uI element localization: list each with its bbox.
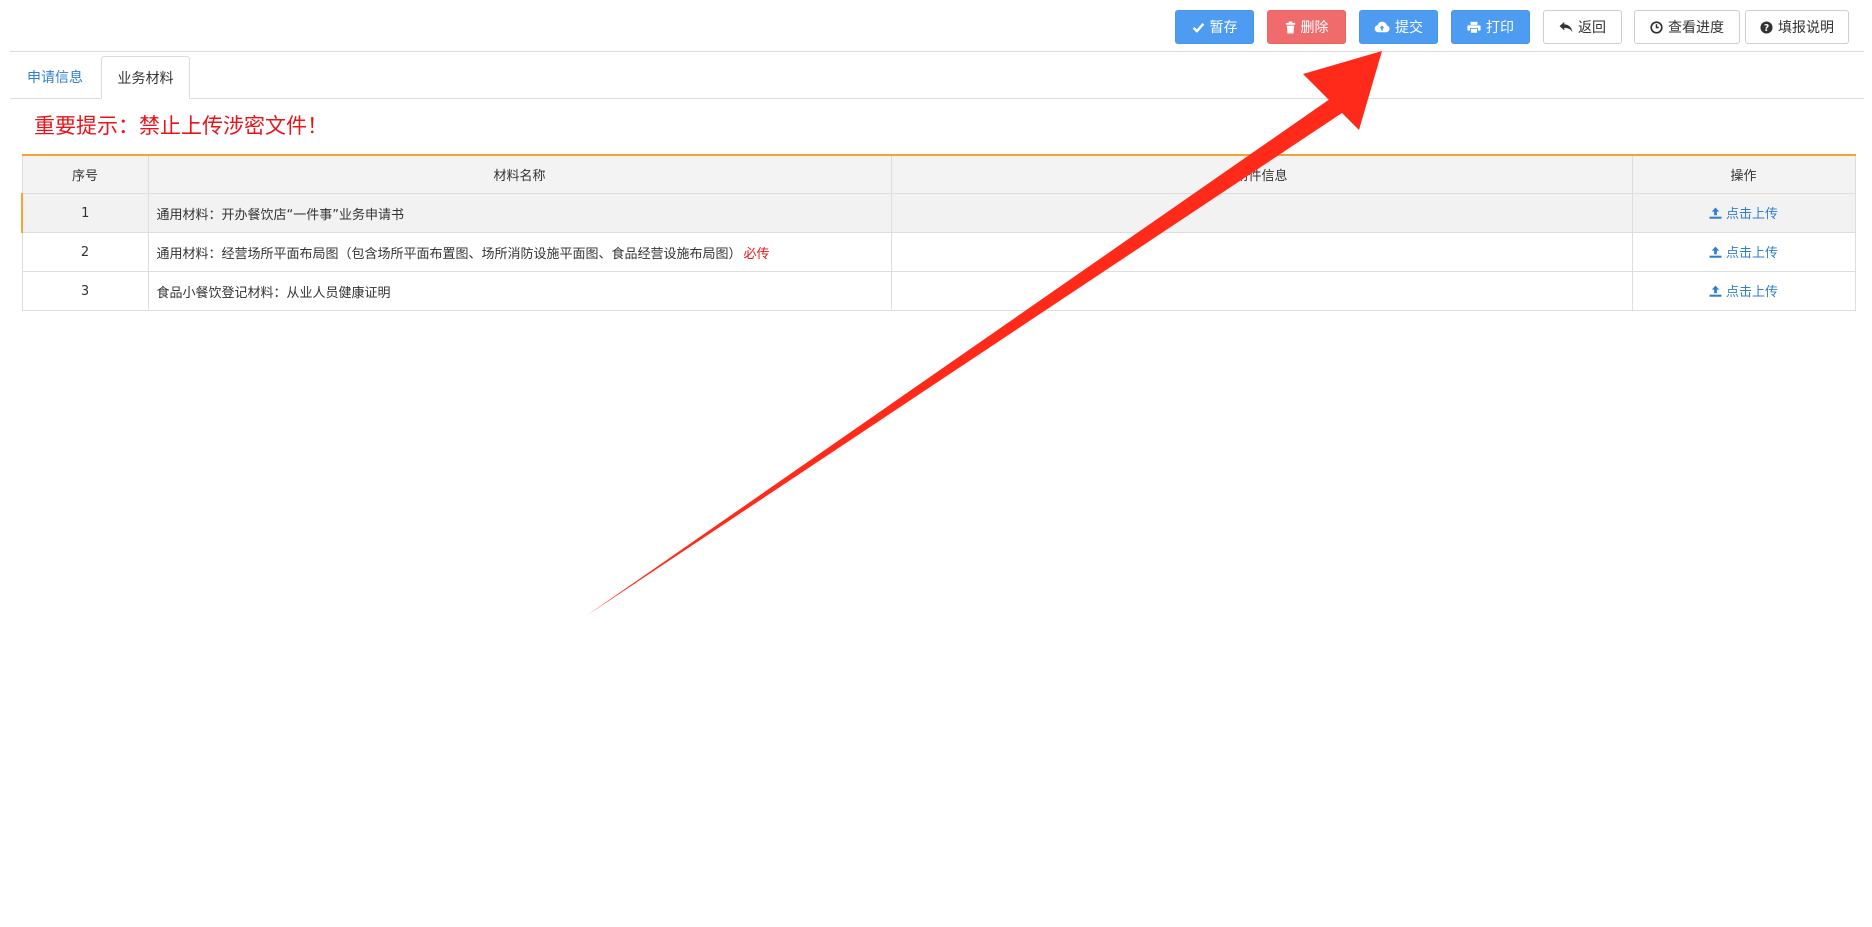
print-label: 打印 bbox=[1486, 20, 1514, 36]
upload-icon bbox=[1709, 285, 1722, 297]
delete-button[interactable]: 删除 bbox=[1267, 10, 1346, 44]
print-button[interactable]: 打印 bbox=[1451, 10, 1530, 44]
fill-guide-label: 填报说明 bbox=[1778, 20, 1834, 36]
upload-link[interactable]: 点击上传 bbox=[1709, 281, 1778, 300]
tab-business-materials[interactable]: 业务材料 bbox=[101, 56, 190, 99]
clock-icon bbox=[1650, 20, 1663, 34]
row-index: 1 bbox=[21, 193, 149, 233]
row-attachment-info bbox=[890, 271, 1633, 311]
submit-button[interactable]: 提交 bbox=[1359, 10, 1438, 44]
tab-bar: 申请信息 业务材料 bbox=[10, 56, 1864, 99]
row-action-cell: 点击上传 bbox=[1631, 193, 1856, 233]
upload-link-label: 点击上传 bbox=[1725, 246, 1778, 262]
printer-icon bbox=[1467, 21, 1481, 34]
row-material-name: 食品小餐饮登记材料：从业人员健康证明 bbox=[147, 271, 892, 311]
materials-table: 序号 材料名称 附件信息 操作 1 通用材料：开办餐饮店“一件事”业务申请书 点… bbox=[21, 154, 1856, 311]
table-header-row: 序号 材料名称 附件信息 操作 bbox=[21, 154, 1856, 194]
table-row: 1 通用材料：开办餐饮店“一件事”业务申请书 点击上传 bbox=[21, 193, 1856, 233]
back-label: 返回 bbox=[1578, 20, 1606, 36]
back-button[interactable]: 返回 bbox=[1543, 10, 1622, 44]
row-action-cell: 点击上传 bbox=[1631, 232, 1856, 272]
upload-link[interactable]: 点击上传 bbox=[1709, 242, 1778, 261]
upload-link[interactable]: 点击上传 bbox=[1709, 203, 1778, 222]
header-attachment-info: 附件信息 bbox=[890, 154, 1633, 194]
header-action: 操作 bbox=[1631, 154, 1856, 194]
row-attachment-info bbox=[890, 193, 1633, 233]
tab-application-info[interactable]: 申请信息 bbox=[10, 56, 100, 98]
save-draft-button[interactable]: 暂存 bbox=[1175, 10, 1254, 44]
material-name-text: 通用材料：开办餐饮店“一件事”业务申请书 bbox=[156, 207, 404, 223]
toolbar: 暂存 删除 提交 打印 返回 查看进度 ? 填报说明 bbox=[0, 10, 1872, 44]
row-material-name: 通用材料：开办餐饮店“一件事”业务申请书 bbox=[147, 193, 892, 233]
upload-icon bbox=[1709, 246, 1722, 258]
tab-business-materials-label: 业务材料 bbox=[117, 70, 174, 87]
submit-label: 提交 bbox=[1395, 20, 1423, 36]
cloud-upload-icon bbox=[1374, 21, 1390, 33]
row-index: 3 bbox=[21, 271, 149, 311]
toolbar-divider bbox=[10, 51, 1864, 52]
row-action-cell: 点击上传 bbox=[1631, 271, 1856, 311]
tab-application-info-label: 申请信息 bbox=[27, 70, 83, 86]
view-progress-label: 查看进度 bbox=[1668, 20, 1724, 36]
upload-icon bbox=[1709, 207, 1722, 219]
row-material-name: 通用材料：经营场所平面布局图（包含场所平面布置图、场所消防设施平面图、食品经营设… bbox=[147, 232, 892, 272]
question-circle-icon: ? bbox=[1760, 20, 1773, 33]
header-index: 序号 bbox=[21, 154, 149, 194]
row-index: 2 bbox=[21, 232, 149, 272]
row-attachment-info bbox=[890, 232, 1633, 272]
required-tag: 必传 bbox=[743, 246, 770, 262]
security-notice: 重要提示：禁止上传涉密文件！ bbox=[34, 114, 328, 138]
delete-label: 删除 bbox=[1300, 20, 1329, 36]
trash-icon bbox=[1285, 21, 1295, 33]
fill-guide-button[interactable]: ? 填报说明 bbox=[1745, 10, 1849, 44]
view-progress-button[interactable]: 查看进度 bbox=[1634, 10, 1740, 44]
upload-link-label: 点击上传 bbox=[1725, 285, 1778, 301]
check-icon bbox=[1192, 22, 1204, 33]
table-row: 2 通用材料：经营场所平面布局图（包含场所平面布置图、场所消防设施平面图、食品经… bbox=[21, 232, 1856, 272]
svg-text:?: ? bbox=[1764, 22, 1769, 33]
material-name-text: 通用材料：经营场所平面布局图（包含场所平面布置图、场所消防设施平面图、食品经营设… bbox=[156, 246, 742, 262]
material-name-text: 食品小餐饮登记材料：从业人员健康证明 bbox=[156, 285, 391, 301]
header-material-name: 材料名称 bbox=[147, 154, 892, 194]
reply-icon bbox=[1559, 21, 1573, 33]
table-row: 3 食品小餐饮登记材料：从业人员健康证明 点击上传 bbox=[21, 271, 1856, 311]
save-draft-label: 暂存 bbox=[1209, 20, 1238, 36]
upload-link-label: 点击上传 bbox=[1725, 207, 1778, 223]
